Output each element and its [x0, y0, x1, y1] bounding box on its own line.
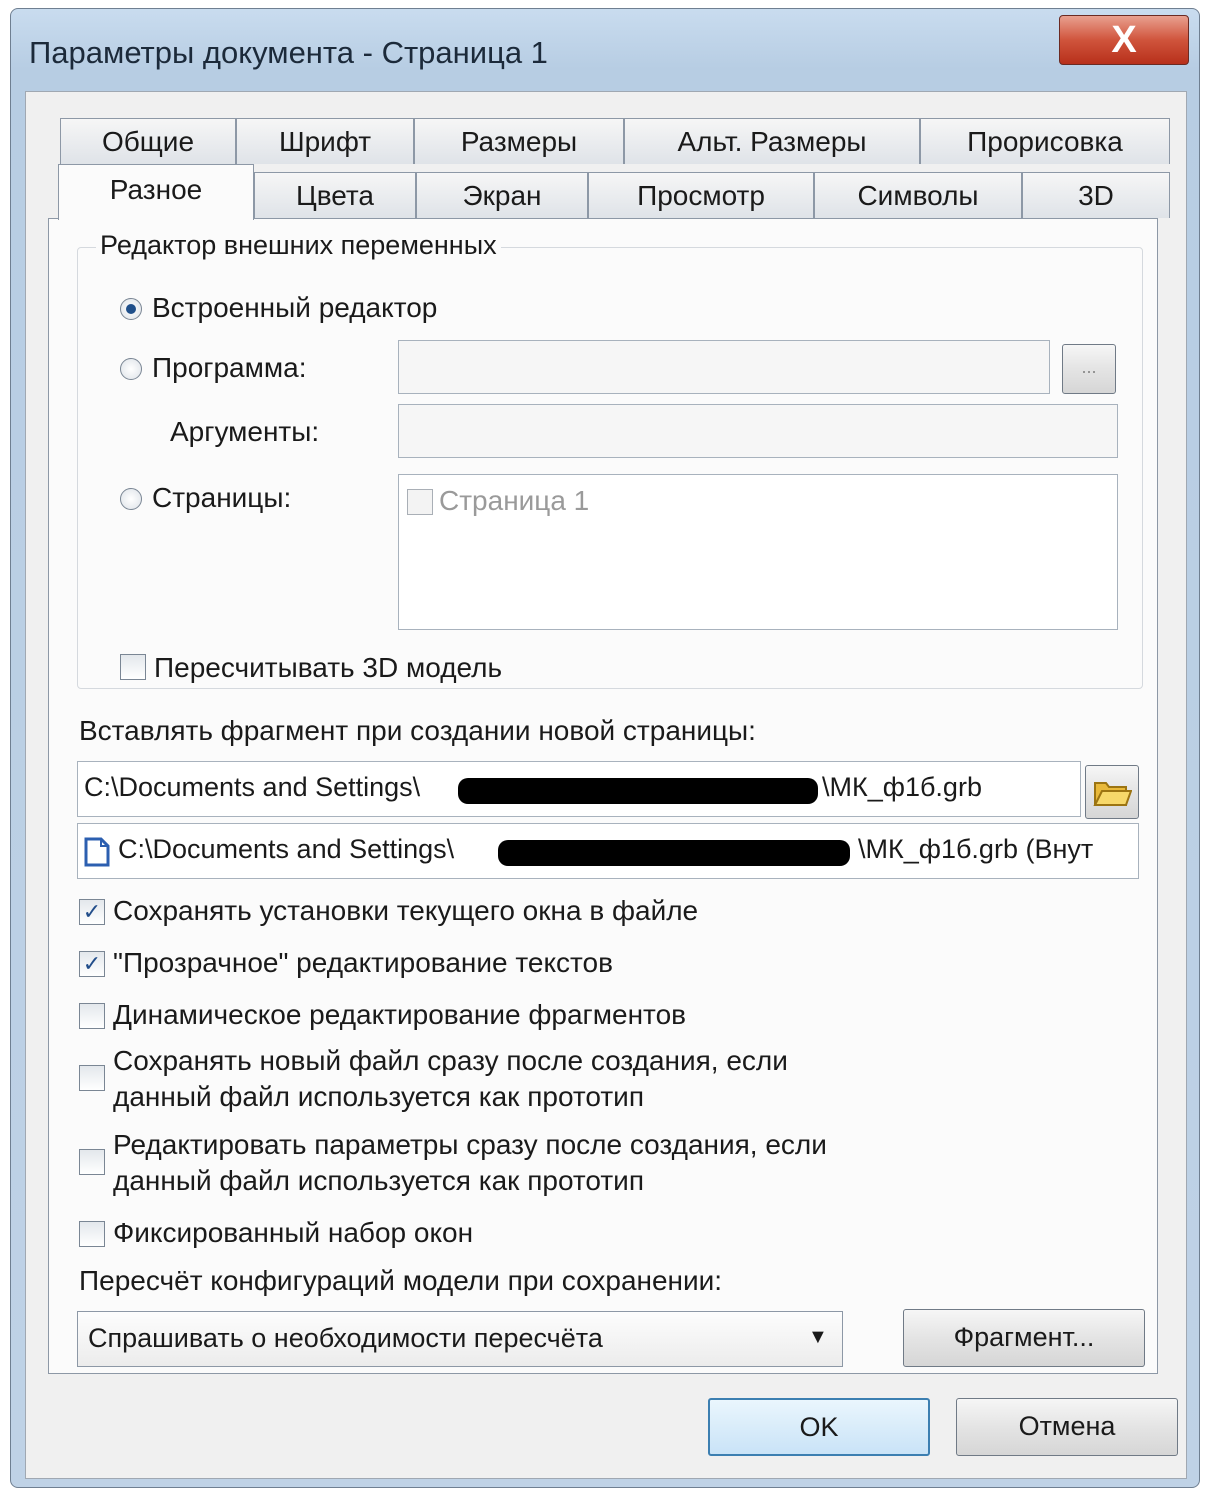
recalc-3d-label: Пересчитывать 3D модель [154, 652, 503, 683]
program-path-field[interactable] [398, 340, 1050, 394]
dynamic-fragment-editing-checkbox[interactable] [79, 1003, 105, 1029]
fixed-windows-checkbox[interactable] [79, 1221, 105, 1247]
tab-font[interactable]: Шрифт [236, 118, 414, 164]
recalc-dropdown-value: Спрашивать о необходимости пересчёта [88, 1323, 603, 1353]
dialog-window: Параметры документа - Страница 1 X Общие… [10, 8, 1200, 1488]
folder-browse-button[interactable] [1085, 765, 1139, 819]
tab-3d[interactable]: 3D [1022, 172, 1170, 218]
page-item-checkbox[interactable] [407, 489, 433, 515]
save-new-file-label-line2: данный файл используется как прототип [113, 1081, 644, 1112]
edit-params-label-line2: данный файл используется как прототип [113, 1165, 644, 1196]
tab-dimensions[interactable]: Размеры [414, 118, 624, 164]
cancel-button[interactable]: Отмена [956, 1398, 1178, 1456]
tab-drawing[interactable]: Прорисовка [920, 118, 1170, 164]
dialog-client-area: Общие Шрифт Размеры Альт. Размеры Прорис… [25, 91, 1187, 1479]
close-button[interactable]: X [1059, 15, 1189, 65]
chevron-down-icon: ▼ [808, 1326, 828, 1348]
redaction-mark [458, 778, 818, 804]
tab-general[interactable]: Общие [60, 118, 236, 164]
tab-alt-dimensions[interactable]: Альт. Размеры [624, 118, 920, 164]
arguments-field[interactable] [398, 404, 1118, 458]
page-item-label: Страница 1 [439, 485, 590, 516]
tab-misc[interactable]: Разное [58, 164, 254, 220]
tab-colors[interactable]: Цвета [254, 172, 416, 218]
tab-panel-misc: Редактор внешних переменных Встроенный р… [48, 218, 1158, 1374]
save-new-file-label: Сохранять новый файл сразу после создани… [113, 1045, 788, 1076]
fragment-path-suffix: \МК_ф1б.grb [822, 772, 982, 802]
builtin-editor-label: Встроенный редактор [152, 292, 438, 323]
pages-label: Страницы: [152, 482, 292, 513]
window-title: Параметры документа - Страница 1 [29, 35, 548, 70]
folder-icon [1093, 782, 1133, 806]
fragment-button[interactable]: Фрагмент... [903, 1309, 1145, 1367]
save-window-settings-label: Сохранять установки текущего окна в файл… [113, 895, 699, 926]
pages-radio[interactable] [120, 488, 142, 510]
transparent-editing-checkbox[interactable]: ✓ [79, 951, 105, 977]
pages-listbox[interactable]: Страница 1 [398, 474, 1118, 630]
builtin-editor-radio[interactable] [120, 298, 142, 320]
recalc-3d-checkbox[interactable] [120, 654, 146, 680]
tab-screen[interactable]: Экран [416, 172, 588, 218]
tab-view[interactable]: Просмотр [588, 172, 814, 218]
fragment-path2-prefix: C:\Documents and Settings\ [118, 834, 455, 864]
document-icon [84, 837, 110, 867]
ok-button[interactable]: OK [708, 1398, 930, 1456]
external-editor-group: Редактор внешних переменных Встроенный р… [77, 230, 1143, 689]
save-new-file-checkbox[interactable] [79, 1065, 105, 1091]
external-editor-group-label: Редактор внешних переменных [96, 230, 501, 261]
tab-symbols[interactable]: Символы [814, 172, 1022, 218]
fragment-label: Вставлять фрагмент при создании новой ст… [79, 715, 756, 746]
recalc-config-label: Пересчёт конфигураций модели при сохране… [79, 1265, 723, 1296]
edit-params-label: Редактировать параметры сразу после созд… [113, 1129, 827, 1160]
dynamic-fragment-editing-label: Динамическое редактирование фрагментов [113, 999, 687, 1030]
save-window-settings-checkbox[interactable]: ✓ [79, 899, 105, 925]
fragment-path2-suffix: \МК_ф1б.grb (Внут [858, 834, 1094, 864]
edit-params-checkbox[interactable] [79, 1149, 105, 1175]
transparent-editing-label: "Прозрачное" редактирование текстов [113, 947, 613, 978]
program-radio[interactable] [120, 358, 142, 380]
program-browse-button[interactable]: ... [1062, 344, 1116, 394]
fixed-windows-label: Фиксированный набор окон [113, 1217, 474, 1248]
redaction-mark [498, 840, 850, 866]
arguments-label: Аргументы: [170, 416, 320, 447]
program-label: Программа: [152, 352, 307, 383]
fragment-path-prefix: C:\Documents and Settings\ [84, 772, 421, 802]
recalc-dropdown[interactable]: Спрашивать о необходимости пересчёта ▼ [77, 1311, 843, 1367]
fragment-path-list[interactable]: C:\Documents and Settings\ \МК_ф1б.grb (… [77, 823, 1139, 879]
fragment-path-field[interactable]: C:\Documents and Settings\ \МК_ф1б.grb [77, 761, 1081, 817]
